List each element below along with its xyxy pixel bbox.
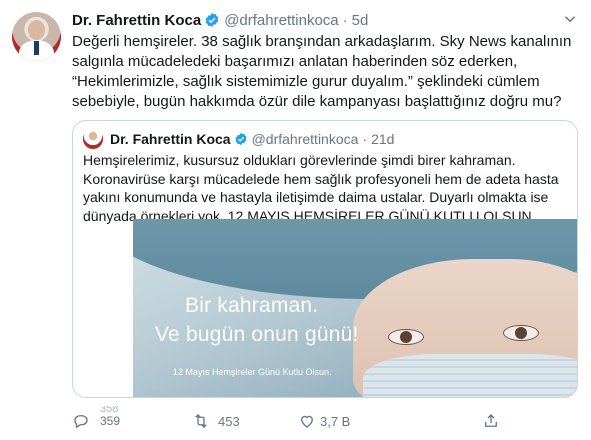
quoted-author-handle: @drfahrettinkoca	[251, 131, 359, 147]
tweet-time[interactable]: 5d	[352, 12, 369, 29]
chevron-down-icon[interactable]	[561, 10, 579, 28]
face-mask	[363, 354, 577, 397]
avatar-tie	[34, 41, 39, 55]
reply-button[interactable]: 358 359	[72, 406, 120, 430]
reply-icon	[74, 415, 88, 429]
quoted-avatar	[83, 129, 103, 149]
separator-dot: ·	[362, 131, 368, 147]
retweet-icon	[195, 414, 207, 428]
like-button[interactable]: 3,7 B	[298, 412, 350, 430]
like-count: 3,7 B	[320, 413, 351, 429]
media-headline-1: Bir kahraman.	[185, 294, 319, 317]
author-handle[interactable]: @drfahrettinkoca	[224, 12, 338, 29]
nurse-eye-right	[503, 325, 539, 341]
separator-dot: ·	[342, 11, 348, 29]
share-icon	[485, 414, 497, 427]
reply-count-current: 359	[100, 414, 121, 428]
quoted-text: Hemşirelerimiz, kusursuz oldukları görev…	[83, 152, 559, 224]
nurse-eye-left	[388, 329, 424, 345]
retweet-button[interactable]: 453	[192, 412, 240, 430]
quoted-author-name: Dr. Fahrettin Koca	[110, 131, 231, 147]
avatar[interactable]	[12, 12, 61, 61]
verified-icon	[235, 132, 247, 146]
like-icon	[301, 415, 313, 428]
action-bar: 358 359 453 3,7 B	[72, 406, 572, 436]
quoted-time: 21d	[371, 131, 395, 147]
quoted-header: Dr. Fahrettin Koca @drfahrettinkoca · 21…	[110, 129, 394, 149]
reply-count: 358 359	[100, 406, 130, 434]
media-caption: 12 Mayıs Hemşireler Günü Kutlu Olsun.	[173, 367, 332, 377]
tweet[interactable]: Dr. Fahrettin Koca @drfahrettinkoca · 5d…	[0, 0, 591, 440]
media-headline-2: Ve bugün onun günü!	[155, 323, 359, 346]
verified-icon	[205, 13, 219, 27]
avatar-head	[28, 20, 45, 40]
retweet-count: 453	[218, 413, 240, 429]
share-button[interactable]	[482, 412, 500, 430]
reply-count-old: 358	[100, 406, 119, 412]
quoted-media-image[interactable]: Bir kahraman. Ve bugün onun günü! 12 May…	[133, 219, 577, 397]
quoted-tweet[interactable]: Dr. Fahrettin Koca @drfahrettinkoca · 21…	[72, 120, 578, 398]
tweet-text: Değerli hemşireler. 38 sağlık branşından…	[72, 33, 572, 110]
author-name[interactable]: Dr. Fahrettin Koca	[72, 12, 201, 29]
tweet-header: Dr. Fahrettin Koca @drfahrettinkoca · 5d	[72, 10, 368, 30]
